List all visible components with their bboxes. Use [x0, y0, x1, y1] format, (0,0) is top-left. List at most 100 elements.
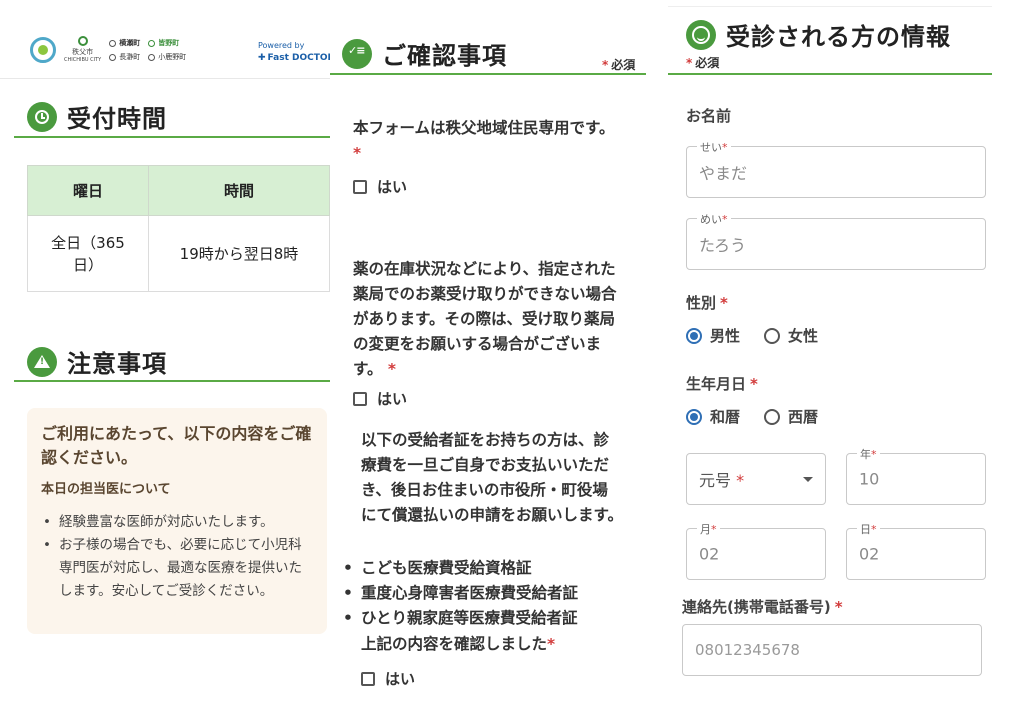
certificate-list: こども医療費受給資格証 重度心身障害者医療費受給者証 ひとり親家庭等医療費受給者… [341, 556, 641, 631]
month-field[interactable]: 月* 02 [686, 521, 826, 580]
phone-label: 連絡先(携帯電話番号) * [682, 598, 843, 616]
pharmacy-confirm-checkbox[interactable]: はい [353, 388, 407, 409]
gender-radio-group: 男性 女性 [686, 325, 818, 346]
patient-info-panel: 受診される方の情報 * 必須 お名前 せい* やまだ めい* たろう 性別 * 男性… [668, 0, 1024, 709]
town-logos-2: 皆野町 小鹿野町 [148, 38, 186, 62]
list-item: 経験豊富な医師が対応いたします。 [41, 511, 313, 534]
confirmation-heading-rule [330, 73, 646, 75]
chichibu-city-logo: 秩父市 CHICHIBU CITY [64, 36, 101, 64]
list-item: 重度心身障害者医療費受給者証 [341, 581, 641, 606]
checkbox-label: はい [377, 390, 408, 408]
year-value[interactable]: 10 [859, 470, 879, 489]
powered-by-text: Powered by [258, 41, 305, 50]
year-field[interactable]: 年* 10 [846, 446, 986, 505]
era-wareki-radio[interactable] [686, 408, 702, 425]
table-cell-time: 19時から翌日8時 [148, 215, 330, 292]
fast-doctor-brand: Fast DOCTOR [258, 52, 330, 64]
chichibu-city-name-en: CHICHIBU CITY [64, 57, 102, 63]
era-seireki-radio[interactable] [764, 408, 781, 425]
table-header-day: 曜日 [27, 165, 149, 216]
mei-legend: めい* [697, 211, 731, 227]
clock-icon [27, 101, 57, 132]
notice-box-subtitle: 本日の担当医について [41, 482, 171, 497]
checkbox-box[interactable] [361, 671, 375, 686]
sei-legend: せい* [697, 139, 731, 155]
list-item: ひとり親家庭等医療費受給者証 [341, 606, 641, 631]
smile-face-icon [686, 19, 716, 50]
warning-icon [27, 346, 57, 377]
notice-box: ご利用にあたって、以下の内容をご確認ください。 本日の担当医について 経験豊富な… [27, 408, 327, 634]
sei-field[interactable]: せい* やまだ [686, 139, 986, 198]
municipality-logos: 秩父市 CHICHIBU CITY 横瀬町 長瀞町 皆野町 小鹿野町 [30, 36, 186, 64]
reception-hours-title: 受付時間 [67, 105, 167, 133]
patient-info-title: 受診される方の情報 [726, 23, 951, 51]
notice-heading-rule [14, 380, 330, 382]
ogano-emblem-icon [148, 53, 156, 61]
year-legend: 年* [857, 446, 880, 462]
question-residency: 本フォームは秩父地域住民専用です。 * [353, 119, 615, 162]
gender-male-radio[interactable] [686, 327, 702, 344]
day-value[interactable]: 02 [859, 545, 879, 564]
notice-title: 注意事項 [67, 350, 167, 378]
notice-box-title: ご利用にあたって、以下の内容をご確認ください。 [41, 424, 312, 467]
minano-emblem-icon [148, 39, 156, 47]
ogano-logo: 小鹿野町 [148, 52, 186, 62]
gender-male-label[interactable]: 男性 [710, 325, 740, 346]
chichibu-region-logo [30, 37, 56, 63]
certificate-confirm-text: 上記の内容を確認しました* [361, 635, 556, 653]
era-select[interactable]: 元号 * [686, 453, 826, 505]
notice-list: 経験豊富な医師が対応いたします。 お子様の場合でも、必要に応じて小児科専門医が対… [41, 511, 313, 603]
era-wareki-label[interactable]: 和暦 [710, 406, 740, 427]
required-note: * 必須 [686, 56, 720, 70]
patient-info-heading-rule [668, 73, 992, 75]
certificate-confirm-checkbox[interactable]: はい [361, 668, 415, 689]
confirmation-panel: ご確認事項 *必須 本フォームは秩父地域住民専用です。 * はい 薬の在庫状況な… [330, 0, 646, 709]
yokoze-emblem-icon [109, 39, 117, 47]
table-header-time: 時間 [148, 165, 330, 216]
chevron-down-icon[interactable] [803, 477, 813, 482]
gender-label: 性別 * [686, 294, 728, 312]
checkbox-box[interactable] [353, 179, 367, 194]
checkbox-label: はい [385, 670, 416, 688]
month-legend: 月* [697, 521, 720, 537]
era-radio-group: 和暦 西暦 [686, 406, 818, 427]
phone-field[interactable] [682, 624, 982, 676]
question-pharmacy: 薬の在庫状況などにより、指定された薬局でのお薬受け取りができない場合があります。… [353, 260, 617, 378]
town-logos-1: 横瀬町 長瀞町 [109, 38, 140, 62]
nagatoro-emblem-icon [109, 53, 117, 61]
sei-value[interactable]: やまだ [699, 160, 747, 184]
residency-confirm-checkbox[interactable]: はい [353, 176, 407, 197]
reception-heading-rule [14, 136, 330, 138]
reception-hours-table: 曜日 時間 全日（365日） 19時から翌日8時 [27, 165, 330, 292]
era-select-value[interactable]: 元号 * [699, 467, 744, 491]
era-seireki-label[interactable]: 西暦 [788, 406, 818, 427]
yokoze-logo: 横瀬町 [109, 38, 140, 48]
gender-female-radio[interactable] [764, 327, 781, 344]
mei-field[interactable]: めい* たろう [686, 211, 986, 270]
mei-value[interactable]: たろう [699, 232, 746, 256]
confirmation-heading: ご確認事項 [342, 36, 507, 71]
minano-logo: 皆野町 [148, 38, 186, 48]
day-legend: 日* [857, 521, 880, 537]
confirmation-title: ご確認事項 [382, 42, 507, 70]
list-item: お子様の場合でも、必要に応じて小児科専門医が対応し、最適な医療を提供いたします。… [41, 534, 313, 603]
chichibu-city-name: 秩父市 [72, 48, 94, 56]
checklist-icon [342, 38, 372, 69]
gender-female-label[interactable]: 女性 [788, 325, 818, 346]
list-item: こども医療費受給資格証 [341, 556, 641, 581]
patient-info-heading: 受診される方の情報 [686, 17, 951, 52]
chichibu-city-emblem-icon [77, 36, 88, 46]
nagatoro-logo: 長瀞町 [109, 52, 140, 62]
checkbox-box[interactable] [353, 391, 367, 406]
name-label: お名前 [686, 107, 732, 125]
powered-by-badge: Powered by Fast DOCTOR [258, 40, 330, 64]
day-field[interactable]: 日* 02 [846, 521, 986, 580]
phone-input[interactable] [683, 625, 981, 675]
header-divider [0, 78, 330, 79]
birthdate-label: 生年月日 * [686, 375, 758, 393]
top-divider [668, 6, 992, 7]
notice-heading: 注意事項 [27, 344, 167, 379]
reception-hours-heading: 受付時間 [27, 99, 167, 134]
question-certificates: 以下の受給者証をお持ちの方は、診療費を一旦ご自身でお支払いいただき、後日お住まい… [361, 431, 623, 524]
month-value[interactable]: 02 [699, 545, 719, 564]
